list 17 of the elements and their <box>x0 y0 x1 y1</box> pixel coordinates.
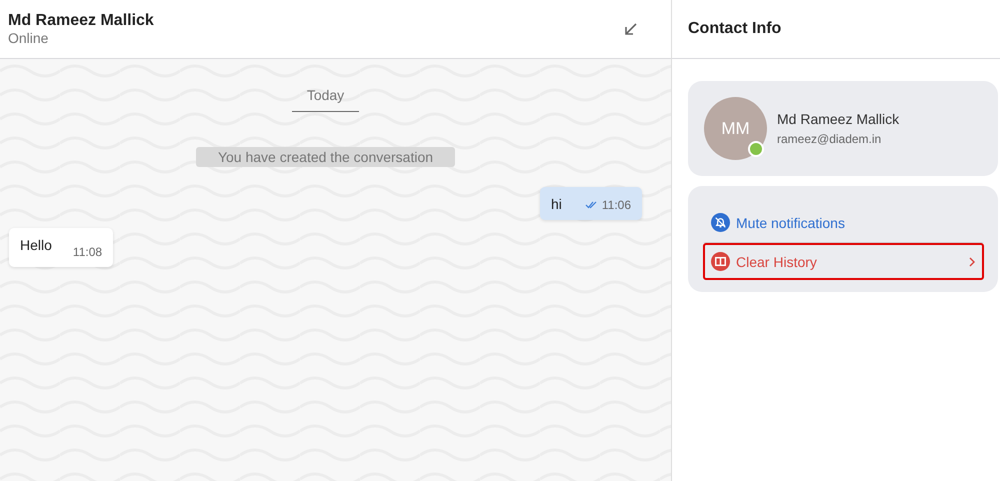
contact-name: Md Rameez Mallick <box>8 12 154 30</box>
message-time: 11:08 <box>72 245 102 259</box>
avatar-initials: MM <box>721 118 750 138</box>
message-text: Hello <box>20 237 52 253</box>
panel-title: Contact Info <box>688 20 782 38</box>
profile-name: Md Rameez Mallick <box>777 111 900 127</box>
message-time: 11:06 <box>602 198 631 212</box>
book-icon <box>711 252 730 271</box>
contact-status: Online <box>8 30 50 46</box>
message-text: hi <box>550 196 562 212</box>
action-item[interactable]: Mute notifications <box>703 204 984 243</box>
action-item[interactable]: Clear History <box>703 243 984 280</box>
profile-email: rameez@diadem.in <box>777 132 882 146</box>
system-message: You have created the conversation <box>196 147 456 167</box>
muted-bell-icon <box>711 213 730 232</box>
arrow-icon <box>623 21 639 37</box>
date-divider: Today <box>292 87 360 112</box>
